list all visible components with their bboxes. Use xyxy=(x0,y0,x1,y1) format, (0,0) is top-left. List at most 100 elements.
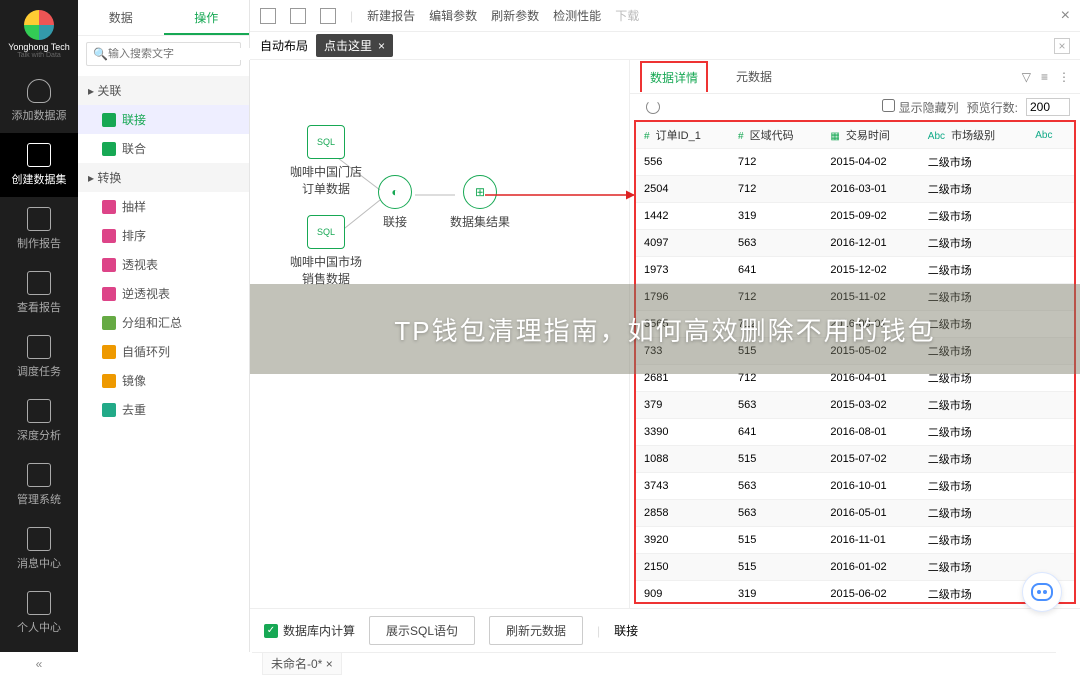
save-icon[interactable] xyxy=(260,8,276,24)
filter-icon[interactable]: ▽ xyxy=(1022,70,1031,84)
cell: 2015-05-02 xyxy=(822,338,919,365)
op-icon xyxy=(102,142,116,156)
more-icon[interactable]: ⋮ xyxy=(1058,70,1070,84)
search-box[interactable]: 🔍 xyxy=(86,42,241,66)
doc-tab-close-icon[interactable]: × xyxy=(326,657,333,671)
rail-admin[interactable]: 管理系统 xyxy=(0,453,78,517)
auto-layout-label[interactable]: 自动布局 xyxy=(260,37,308,54)
table-row[interactable]: 26817122016-04-01二级市场 xyxy=(636,365,1074,392)
rail-schedule[interactable]: 调度任务 xyxy=(0,325,78,389)
doc-tab[interactable]: 未命名-0* × xyxy=(262,652,342,675)
tree-item-label: 自循环列 xyxy=(122,343,170,360)
cell: 二级市场 xyxy=(920,527,1027,554)
assistant-button[interactable] xyxy=(1022,572,1062,612)
rail-me[interactable]: 个人中心 xyxy=(0,581,78,645)
list-icon[interactable]: ≡ xyxy=(1041,70,1048,84)
hint-chip-close-icon[interactable]: × xyxy=(378,39,385,53)
table-row[interactable]: 3795632015-03-02二级市场 xyxy=(636,392,1074,419)
search-input[interactable] xyxy=(108,48,250,60)
refresh-meta-button[interactable]: 刷新元数据 xyxy=(489,616,583,645)
rail-msg[interactable]: 消息中心 xyxy=(0,517,78,581)
table-row[interactable]: 40975632016-12-01二级市场 xyxy=(636,230,1074,257)
status-bar: 未命名-0* × xyxy=(252,652,1056,674)
tree-item-sample[interactable]: 抽样 xyxy=(78,192,249,221)
tree-item-dedup[interactable]: 去重 xyxy=(78,395,249,424)
cell: 563 xyxy=(730,473,822,500)
clear-canvas-icon[interactable]: × xyxy=(1054,38,1070,54)
table-row[interactable]: 39205152016-11-01二级市场 xyxy=(636,527,1074,554)
tree-group[interactable]: ▸ 转换 xyxy=(78,163,249,192)
tab-ops[interactable]: 操作 xyxy=(164,0,250,35)
tb-new[interactable]: 新建报告 xyxy=(367,7,415,24)
table-row[interactable]: 10885152015-07-02二级市场 xyxy=(636,446,1074,473)
tree-item-pivot[interactable]: 透视表 xyxy=(78,250,249,279)
data-table-wrap[interactable]: # 订单ID_1# 区域代码▦ 交易时间Abc 市场级别Abc 55671220… xyxy=(634,120,1076,604)
hint-chip[interactable]: 点击这里 × xyxy=(316,34,393,57)
cell: 2015-04-02 xyxy=(822,149,919,176)
rail-make-report[interactable]: 制作报告 xyxy=(0,197,78,261)
tree-item-union[interactable]: 联合 xyxy=(78,134,249,163)
col-header[interactable]: ▦ 交易时间 xyxy=(822,122,919,149)
collapse-rail-icon[interactable]: « xyxy=(24,645,55,675)
tb-refresh[interactable]: 刷新参数 xyxy=(491,7,539,24)
tree-item-join[interactable]: 联接 xyxy=(78,105,249,134)
table-row[interactable]: 5567122015-04-02二级市场 xyxy=(636,149,1074,176)
rail-deep[interactable]: 深度分析 xyxy=(0,389,78,453)
ops-tree: ▸ 关联联接联合▸ 转换抽样排序透视表逆透视表分组和汇总自循环列镜像去重 xyxy=(78,72,249,652)
rail-icon xyxy=(27,79,51,103)
tree-group[interactable]: ▸ 关联 xyxy=(78,76,249,105)
node-source-1[interactable]: SQL 咖啡中国门店 订单数据 xyxy=(290,125,362,197)
preview-label: 预览行数: xyxy=(967,99,1018,116)
rail-create-ds[interactable]: 创建数据集 xyxy=(0,133,78,197)
tab-metadata[interactable]: 元数据 xyxy=(728,62,780,91)
col-header[interactable]: Abc 市场级别 xyxy=(920,122,1027,149)
refresh-icon[interactable] xyxy=(646,100,660,114)
table-row[interactable]: 35657122016-09-01二级市场 xyxy=(636,311,1074,338)
flow-canvas[interactable]: SQL 咖啡中国门店 订单数据 SQL 咖啡中国市场 销售数据 ◐ 联接 ⊞ 数… xyxy=(250,60,630,608)
cell: 2016-10-01 xyxy=(822,473,919,500)
cell: 319 xyxy=(730,203,822,230)
in-db-checkbox[interactable]: ✓ 数据库内计算 xyxy=(264,622,355,639)
preview-rows-input[interactable] xyxy=(1026,98,1070,116)
table-row[interactable]: 19736412015-12-02二级市场 xyxy=(636,257,1074,284)
data-table: # 订单ID_1# 区域代码▦ 交易时间Abc 市场级别Abc 55671220… xyxy=(636,122,1074,604)
node-source-2[interactable]: SQL 咖啡中国市场 销售数据 xyxy=(290,215,362,287)
col-type-icon: # xyxy=(738,131,744,142)
tree-item-label: 排序 xyxy=(122,227,146,244)
rail-view-report[interactable]: 查看报告 xyxy=(0,261,78,325)
saveas-icon[interactable] xyxy=(290,8,306,24)
cell: 3390 xyxy=(636,419,730,446)
col-header[interactable]: Abc xyxy=(1027,122,1074,149)
node-join[interactable]: ◐ 联接 xyxy=(378,175,412,230)
tab-data-detail[interactable]: 数据详情 xyxy=(640,61,708,92)
close-icon[interactable]: × xyxy=(1061,7,1070,25)
col-header[interactable]: # 区域代码 xyxy=(730,122,822,149)
tab-data[interactable]: 数据 xyxy=(78,0,164,35)
table-row[interactable]: 17967122015-11-02二级市场 xyxy=(636,284,1074,311)
op-icon xyxy=(102,287,116,301)
node-output[interactable]: ⊞ 数据集结果 xyxy=(450,175,510,230)
export-icon[interactable] xyxy=(320,8,336,24)
table-row[interactable]: 28585632016-05-01二级市场 xyxy=(636,500,1074,527)
tree-item-unpivot[interactable]: 逆透视表 xyxy=(78,279,249,308)
tb-perf[interactable]: 检测性能 xyxy=(553,7,601,24)
table-row[interactable]: 33906412016-08-01二级市场 xyxy=(636,419,1074,446)
col-header[interactable]: # 订单ID_1 xyxy=(636,122,730,149)
show-sql-button[interactable]: 展示SQL语句 xyxy=(369,616,475,645)
tree-item-mirror[interactable]: 镜像 xyxy=(78,366,249,395)
table-row[interactable]: 21505152016-01-02二级市场 xyxy=(636,554,1074,581)
cell: 712 xyxy=(730,365,822,392)
tree-item-sort[interactable]: 排序 xyxy=(78,221,249,250)
rail-add-ds[interactable]: 添加数据源 xyxy=(0,69,78,133)
table-row[interactable]: 37435632016-10-01二级市场 xyxy=(636,473,1074,500)
toolbar: | 新建报告编辑参数刷新参数检测性能下载 × xyxy=(250,0,1080,32)
tb-edit[interactable]: 编辑参数 xyxy=(429,7,477,24)
table-row[interactable]: 7335152015-05-02二级市场 xyxy=(636,338,1074,365)
table-row[interactable]: 9093192015-06-02二级市场 xyxy=(636,581,1074,605)
tree-item-selfloop[interactable]: 自循环列 xyxy=(78,337,249,366)
show-hidden-checkbox[interactable]: 显示隐藏列 xyxy=(882,99,958,116)
cell: 2015-12-02 xyxy=(822,257,919,284)
table-row[interactable]: 14423192015-09-02二级市场 xyxy=(636,203,1074,230)
table-row[interactable]: 25047122016-03-01二级市场 xyxy=(636,176,1074,203)
tree-item-groupby[interactable]: 分组和汇总 xyxy=(78,308,249,337)
